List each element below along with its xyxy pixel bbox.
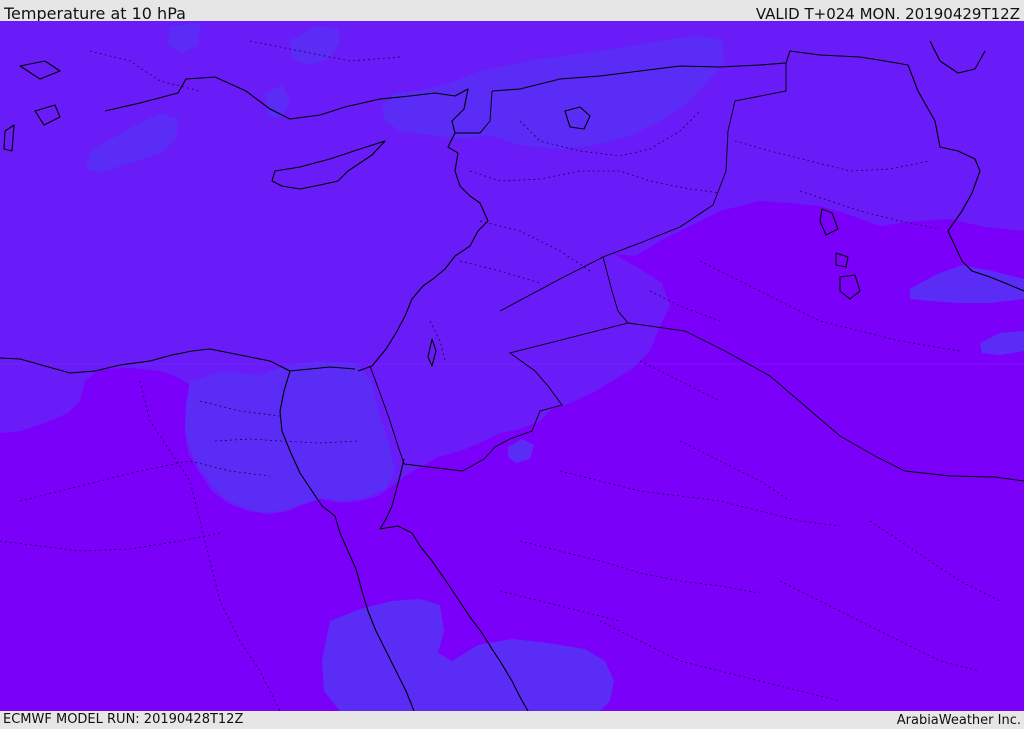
footer-bar: ECMWF MODEL RUN: 20190428T12Z ArabiaWeat…	[0, 711, 1024, 729]
map-canvas	[0, 21, 1024, 711]
header-bar: Temperature at 10 hPa VALID T+024 MON. 2…	[0, 0, 1024, 23]
model-run-label: ECMWF MODEL RUN: 20190428T12Z	[3, 712, 244, 727]
credit-label: ArabiaWeather Inc.	[896, 713, 1021, 728]
temperature-map	[0, 21, 1024, 711]
weather-map-frame: Temperature at 10 hPa VALID T+024 MON. 2…	[0, 0, 1024, 729]
